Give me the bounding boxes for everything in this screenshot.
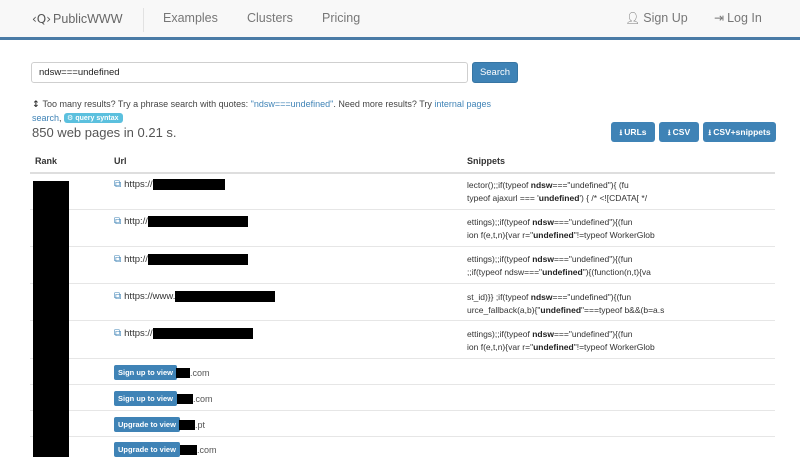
phrase-search-suggestion[interactable]: "ndsw===undefined" bbox=[251, 99, 334, 109]
row-divider bbox=[30, 209, 775, 210]
row-divider bbox=[30, 246, 775, 247]
sort-arrow-icon: ↕ bbox=[32, 100, 40, 110]
download-urls-button[interactable]: ⭳ URLs bbox=[611, 122, 655, 142]
query-syntax-badge[interactable]: ⚙ query syntax bbox=[64, 112, 123, 123]
upgrade-to-view-button[interactable]: Upgrade to view bbox=[114, 442, 180, 457]
column-header-url[interactable]: Url bbox=[114, 156, 127, 166]
domain-suffix: .com bbox=[197, 444, 217, 455]
nav-clusters[interactable]: Clusters bbox=[247, 11, 293, 25]
search-badge-icon: ⚙ bbox=[67, 113, 74, 122]
download-csv-label: CSV bbox=[672, 127, 691, 137]
domain-suffix: .pt bbox=[195, 419, 206, 430]
download-icon: ⭳ bbox=[708, 128, 712, 137]
snippet-line: ettings);;if(typeof ndsw==="undefined"){… bbox=[467, 329, 633, 339]
snippet-cell: st_id)}} ;if(typeof ndsw==="undefined"){… bbox=[467, 291, 664, 317]
redacted-domain bbox=[180, 444, 197, 455]
url-prefix: https:// bbox=[124, 178, 153, 190]
url-prefix: http:// bbox=[124, 215, 148, 227]
domain-suffix: .com bbox=[190, 367, 210, 378]
snippet-line: urce_fallback(a,b){"undefined"===typeof … bbox=[467, 305, 665, 315]
url-prefix: http:// bbox=[124, 253, 148, 265]
row-divider bbox=[30, 384, 775, 385]
download-csv-button[interactable]: ⭳ CSV bbox=[659, 122, 699, 142]
external-link-icon: ⧉ bbox=[114, 253, 122, 265]
result-url[interactable]: ⧉ https:// bbox=[114, 177, 225, 191]
redacted-rank-column bbox=[33, 181, 69, 457]
url-prefix: https:// bbox=[124, 327, 153, 339]
result-count: 850 web pages in 0.21 s. bbox=[32, 125, 177, 140]
snippet-line: lector();;if(typeof ndsw==="undefined"){… bbox=[467, 180, 629, 190]
locked-url: .com bbox=[180, 442, 217, 457]
sign-up-to-view-button[interactable]: Sign up to view bbox=[114, 365, 178, 380]
row-divider bbox=[30, 358, 775, 359]
redacted-domain bbox=[147, 215, 248, 227]
download-csv-snippets-label: CSV+snippets bbox=[713, 127, 771, 137]
locked-url: .com bbox=[177, 391, 213, 406]
result-url[interactable]: ⧉ https://www. bbox=[114, 289, 276, 303]
redacted-domain bbox=[179, 419, 195, 430]
redacted-domain bbox=[177, 393, 193, 404]
result-url[interactable]: ⧉ http:// bbox=[114, 252, 248, 266]
snippet-cell: ettings);;if(typeof ndsw==="undefined"){… bbox=[467, 216, 655, 242]
signup-link[interactable]: 👤︎ Sign Up bbox=[625, 11, 688, 25]
nav-examples[interactable]: Examples bbox=[163, 11, 218, 25]
snippet-cell: ettings);;if(typeof ndsw==="undefined"){… bbox=[467, 253, 651, 279]
sign-up-to-view-button[interactable]: Sign up to view bbox=[114, 391, 178, 406]
user-icon: 👤︎ bbox=[625, 11, 641, 25]
redacted-domain bbox=[152, 327, 253, 339]
download-icon: ⭳ bbox=[619, 128, 623, 137]
external-link-icon: ⧉ bbox=[114, 178, 122, 190]
column-header-rank[interactable]: Rank bbox=[35, 156, 57, 166]
signup-label: Sign Up bbox=[643, 11, 688, 25]
row-divider bbox=[30, 283, 775, 284]
login-label: Log In bbox=[727, 11, 762, 25]
row-divider bbox=[30, 410, 775, 411]
result-url[interactable]: ⧉ https:// bbox=[114, 326, 253, 340]
column-header-snippets: Snippets bbox=[467, 156, 506, 166]
download-icon: ⭳ bbox=[667, 128, 671, 137]
nav-divider bbox=[143, 8, 144, 32]
external-link-icon: ⧉ bbox=[114, 215, 122, 227]
download-csv-snippets-button[interactable]: ⭳ CSV+snippets bbox=[703, 122, 776, 142]
hint-text-2: . Need more results? Try bbox=[333, 99, 435, 109]
brand-name: PublicWWW bbox=[53, 12, 123, 26]
hint-comma: , bbox=[59, 112, 62, 123]
login-icon: ⇥ bbox=[714, 11, 725, 25]
table-header-divider bbox=[30, 172, 775, 174]
snippet-line: ion f(e,t,n){var r="undefined"!=typeof W… bbox=[467, 342, 655, 352]
result-url[interactable]: ⧉ http:// bbox=[114, 214, 248, 228]
brand-link[interactable]: ‹Q› PublicWWW bbox=[32, 10, 123, 28]
redacted-domain bbox=[175, 290, 276, 302]
snippet-line: ettings);;if(typeof ndsw==="undefined"){… bbox=[467, 254, 633, 264]
login-link[interactable]: ⇥ Log In bbox=[714, 11, 762, 25]
snippet-line: ion f(e,t,n){var r="undefined"!=typeof W… bbox=[467, 230, 655, 240]
top-navbar: ‹Q› PublicWWW Examples Clusters Pricing … bbox=[0, 0, 800, 40]
search-button[interactable]: Search bbox=[472, 62, 518, 83]
search-input[interactable]: ndsw===undefined bbox=[31, 62, 468, 83]
locked-url: .com bbox=[176, 365, 210, 380]
query-syntax-label: query syntax bbox=[75, 114, 119, 122]
nav-pricing[interactable]: Pricing bbox=[322, 11, 360, 25]
download-urls-label: URLs bbox=[624, 127, 647, 137]
snippet-line: ettings);;if(typeof ndsw==="undefined"){… bbox=[467, 217, 633, 227]
external-link-icon: ⧉ bbox=[114, 327, 122, 339]
redacted-domain bbox=[176, 367, 190, 378]
external-link-icon: ⧉ bbox=[114, 290, 122, 302]
snippet-line: st_id)}} ;if(typeof ndsw==="undefined"){… bbox=[467, 292, 632, 302]
upgrade-to-view-button[interactable]: Upgrade to view bbox=[114, 417, 180, 432]
redacted-domain bbox=[152, 178, 225, 190]
snippet-line: typeof ajaxurl === 'undefined') { /* <![… bbox=[467, 193, 648, 203]
snippet-line: ;;if(typeof ndsw==="undefined"){(functio… bbox=[467, 267, 651, 277]
row-divider bbox=[30, 320, 775, 321]
url-prefix: https://www. bbox=[124, 290, 176, 302]
redacted-domain bbox=[147, 253, 248, 265]
brand-logo-icon: ‹Q› bbox=[32, 12, 52, 26]
locked-url: .pt bbox=[179, 417, 205, 432]
domain-suffix: .com bbox=[193, 393, 213, 404]
row-divider bbox=[30, 436, 775, 437]
search-hint: ↕ Too many results? Try a phrase search w… bbox=[32, 98, 522, 124]
snippet-cell: ettings);;if(typeof ndsw==="undefined"){… bbox=[467, 328, 655, 354]
snippet-cell: lector();;if(typeof ndsw==="undefined"){… bbox=[467, 179, 647, 205]
hint-text-1: Too many results? Try a phrase search wi… bbox=[42, 99, 251, 109]
